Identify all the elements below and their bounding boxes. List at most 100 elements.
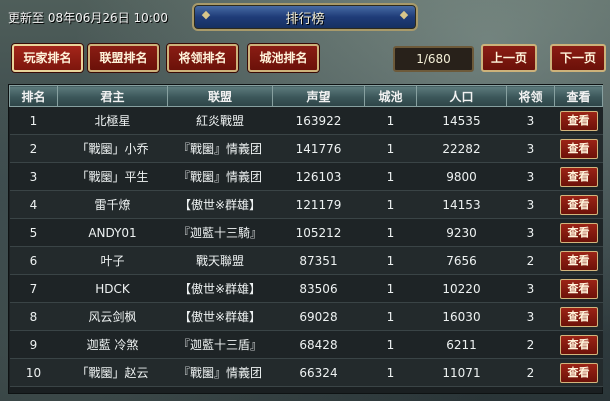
- cell-population: 10220: [416, 274, 507, 303]
- cell-alliance: 『迦藍十三盾』: [167, 330, 273, 359]
- cell-cities: 1: [364, 302, 417, 331]
- view-button[interactable]: 查看: [559, 110, 598, 131]
- view-button[interactable]: 查看: [559, 166, 598, 187]
- cell-cities: 1: [364, 106, 417, 135]
- cell-prestige: 69028: [272, 302, 365, 331]
- cell-prestige: 121179: [272, 190, 365, 219]
- cell-prestige: 126103: [272, 162, 365, 191]
- view-button[interactable]: 查看: [559, 138, 598, 159]
- cell-view: 查看: [554, 358, 603, 387]
- cell-view: 查看: [554, 246, 603, 275]
- tab-player-ranking[interactable]: 玩家排名: [12, 44, 83, 72]
- cell-generals: 3: [506, 106, 555, 135]
- view-button[interactable]: 查看: [559, 306, 598, 327]
- cell-prestige: 83506: [272, 274, 365, 303]
- table-row: 8 风云剑枫 【傲世※群雄】 69028 1 16030 3 查看: [9, 302, 603, 331]
- col-prestige: 声望: [272, 85, 365, 107]
- cell-lord: 叶子: [57, 246, 168, 275]
- table-row: 7 HDCK 【傲世※群雄】 83506 1 10220 3 查看: [9, 274, 603, 303]
- table-row: 1 北極星 紅炎戰盟 163922 1 14535 3 查看: [9, 106, 603, 135]
- cell-lord: HDCK: [57, 274, 168, 303]
- cell-prestige: 68428: [272, 330, 365, 359]
- table-row: 9 迦藍 冷煞 『迦藍十三盾』 68428 1 6211 2 查看: [9, 330, 603, 359]
- cell-generals: 3: [506, 190, 555, 219]
- cell-lord: 「戰圞」小乔: [57, 134, 168, 163]
- cell-alliance: 紅炎戰盟: [167, 106, 273, 135]
- cell-rank: 6: [9, 246, 58, 275]
- cell-cities: 1: [364, 330, 417, 359]
- tab-general-ranking[interactable]: 将领排名: [167, 44, 238, 72]
- view-button[interactable]: 查看: [559, 278, 598, 299]
- tab-alliance-ranking[interactable]: 联盟排名: [88, 44, 159, 72]
- col-alliance: 联盟: [167, 85, 273, 107]
- cell-prestige: 163922: [272, 106, 365, 135]
- cell-population: 14535: [416, 106, 507, 135]
- cell-rank: 8: [9, 302, 58, 331]
- cell-lord: 迦藍 冷煞: [57, 330, 168, 359]
- cell-rank: 2: [9, 134, 58, 163]
- cell-lord: 「戰圞」赵云: [57, 358, 168, 387]
- view-button[interactable]: 查看: [559, 334, 598, 355]
- cell-alliance: 【傲世※群雄】: [167, 302, 273, 331]
- prev-page-button[interactable]: 上一页: [481, 44, 537, 72]
- cell-prestige: 105212: [272, 218, 365, 247]
- cell-population: 9230: [416, 218, 507, 247]
- cell-rank: 5: [9, 218, 58, 247]
- cell-lord: 雷千燎: [57, 190, 168, 219]
- cell-cities: 1: [364, 218, 417, 247]
- cell-population: 9800: [416, 162, 507, 191]
- update-timestamp: 更新至 08年06月26日 10:00: [8, 11, 169, 25]
- table-row: 3 「戰圞」平生 『戰圞』情義团 126103 1 9800 3 查看: [9, 162, 603, 191]
- table-row: 5 ANDY01 『迦藍十三騎』 105212 1 9230 3 查看: [9, 218, 603, 247]
- cell-cities: 1: [364, 134, 417, 163]
- cell-generals: 3: [506, 302, 555, 331]
- cell-view: 查看: [554, 274, 603, 303]
- cell-rank: 9: [9, 330, 58, 359]
- view-button[interactable]: 查看: [559, 222, 598, 243]
- cell-cities: 1: [364, 190, 417, 219]
- cell-population: 11071: [416, 358, 507, 387]
- cell-alliance: 【傲世※群雄】: [167, 190, 273, 219]
- ornament-right-icon: ◆: [399, 8, 409, 21]
- view-button[interactable]: 查看: [559, 250, 598, 271]
- cell-view: 查看: [554, 190, 603, 219]
- view-button[interactable]: 查看: [559, 362, 598, 383]
- cell-view: 查看: [554, 162, 603, 191]
- cell-generals: 2: [506, 358, 555, 387]
- cell-population: 16030: [416, 302, 507, 331]
- cell-cities: 1: [364, 274, 417, 303]
- col-generals: 将领: [506, 85, 555, 107]
- table-header: 排名 君主 联盟 声望 城池 人口 将领 查看: [9, 85, 603, 107]
- tab-city-ranking[interactable]: 城池排名: [248, 44, 319, 72]
- cell-generals: 3: [506, 162, 555, 191]
- table-row: 6 叶子 戰天聯盟 87351 1 7656 2 查看: [9, 246, 603, 275]
- cell-rank: 1: [9, 106, 58, 135]
- cell-alliance: 『戰圞』情義团: [167, 162, 273, 191]
- cell-alliance: 『戰圞』情義团: [167, 358, 273, 387]
- page-title: 排行榜: [285, 12, 325, 27]
- cell-alliance: 【傲世※群雄】: [167, 274, 273, 303]
- cell-prestige: 66324: [272, 358, 365, 387]
- cell-view: 查看: [554, 330, 603, 359]
- cell-lord: 「戰圞」平生: [57, 162, 168, 191]
- cell-population: 22282: [416, 134, 507, 163]
- table-row: 10 「戰圞」赵云 『戰圞』情義团 66324 1 11071 2 查看: [9, 358, 603, 387]
- cell-population: 7656: [416, 246, 507, 275]
- table-row: 4 雷千燎 【傲世※群雄】 121179 1 14153 3 查看: [9, 190, 603, 219]
- cell-cities: 1: [364, 162, 417, 191]
- cell-rank: 10: [9, 358, 58, 387]
- cell-rank: 4: [9, 190, 58, 219]
- cell-generals: 3: [506, 134, 555, 163]
- cell-alliance: 『迦藍十三騎』: [167, 218, 273, 247]
- cell-view: 查看: [554, 302, 603, 331]
- view-button[interactable]: 查看: [559, 194, 598, 215]
- next-page-button[interactable]: 下一页: [550, 44, 606, 72]
- cell-population: 6211: [416, 330, 507, 359]
- col-rank: 排名: [9, 85, 58, 107]
- cell-generals: 3: [506, 274, 555, 303]
- cell-cities: 1: [364, 358, 417, 387]
- cell-view: 查看: [554, 218, 603, 247]
- cell-rank: 7: [9, 274, 58, 303]
- cell-alliance: 戰天聯盟: [167, 246, 273, 275]
- title-banner: ◆ 排行榜 ◆: [192, 3, 418, 31]
